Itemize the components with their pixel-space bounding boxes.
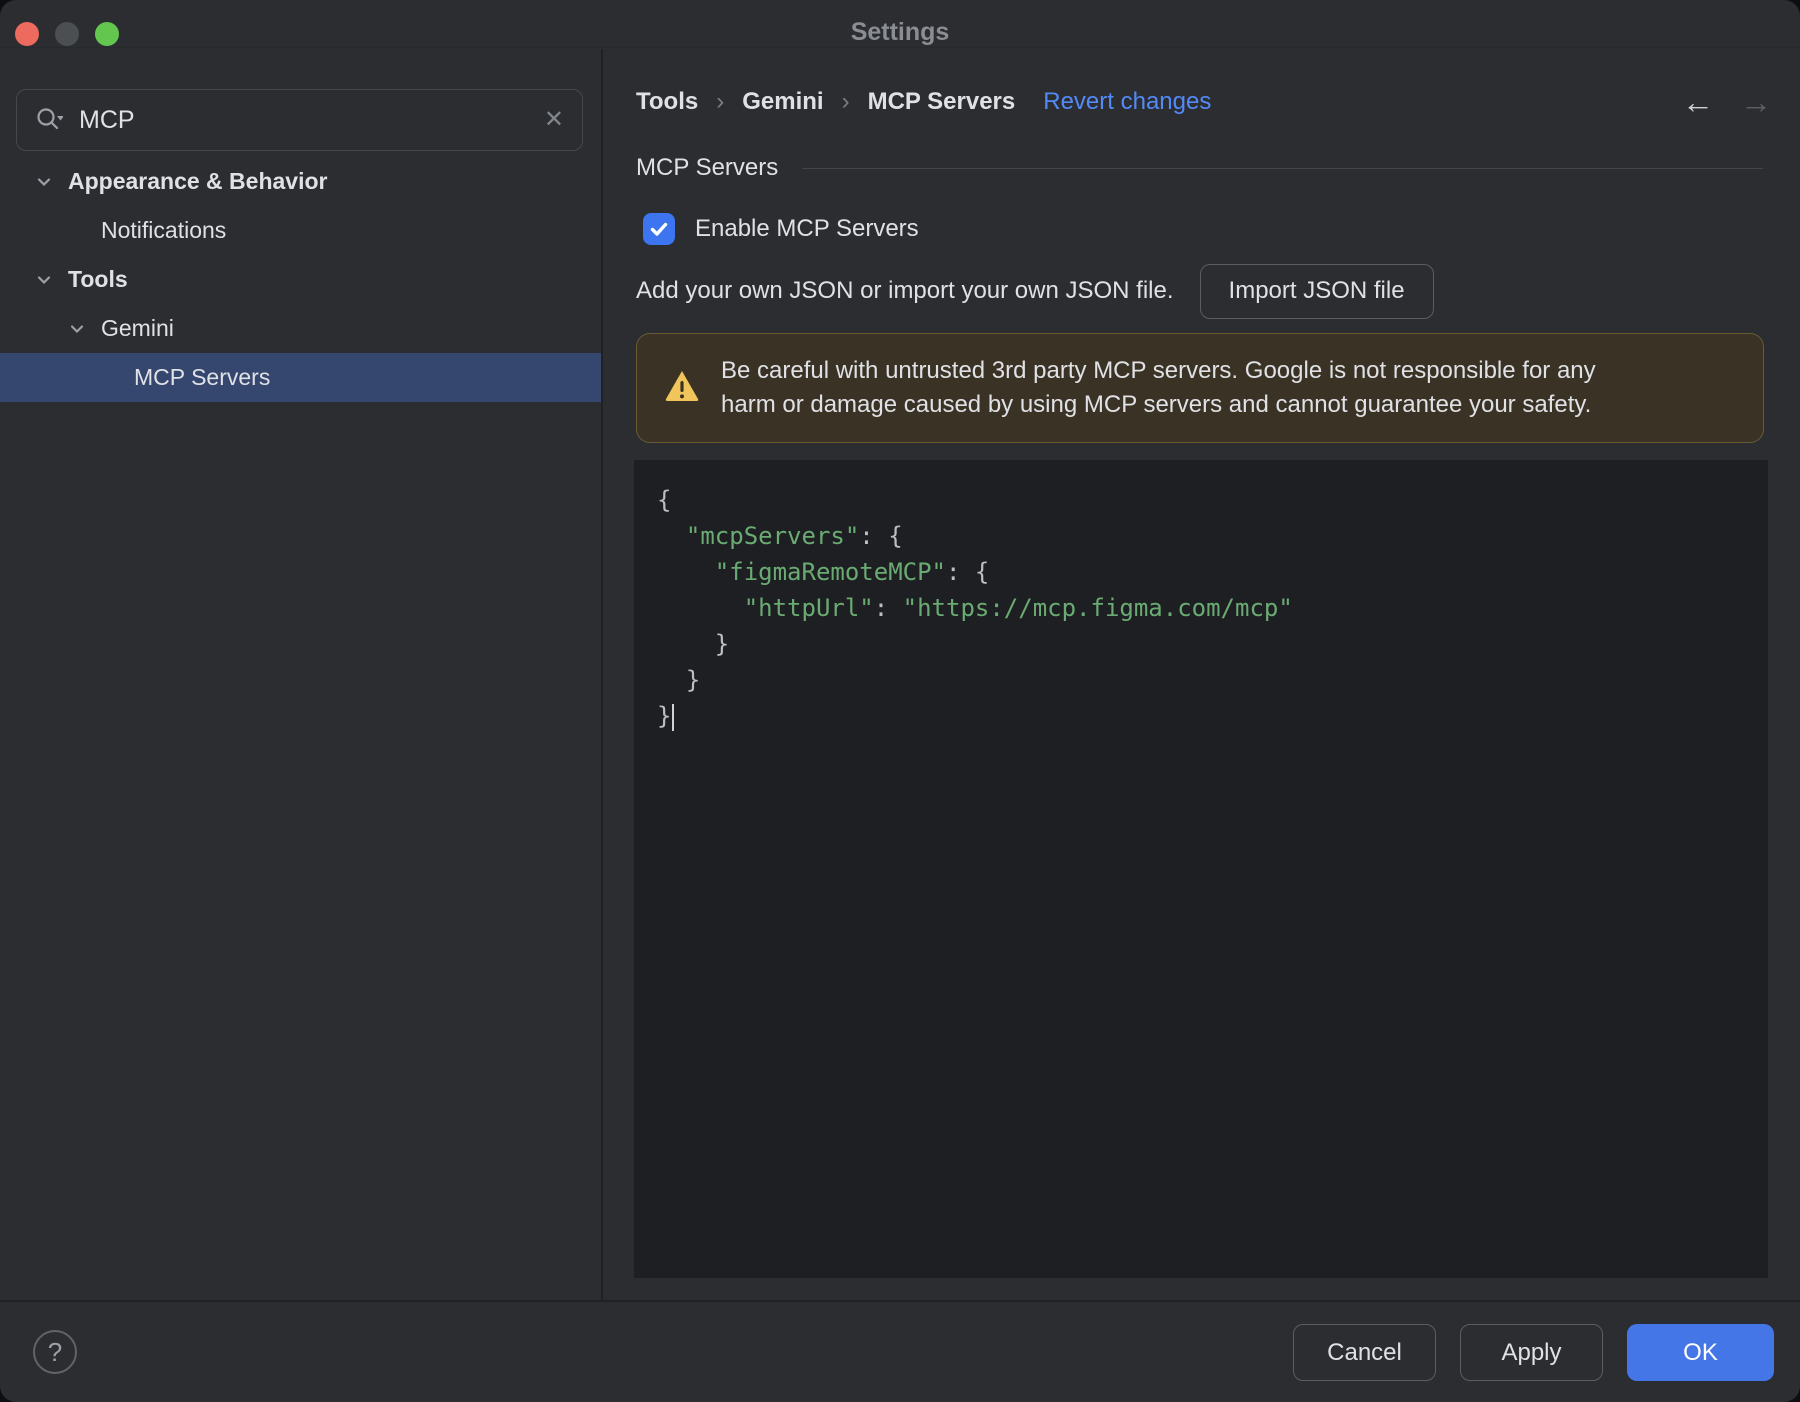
breadcrumb-gemini[interactable]: Gemini bbox=[742, 88, 823, 116]
breadcrumb-tools[interactable]: Tools bbox=[636, 88, 698, 116]
sidebar-item-label: Notifications bbox=[101, 217, 227, 243]
section-divider bbox=[802, 167, 1763, 169]
import-json-button[interactable]: Import JSON file bbox=[1199, 263, 1434, 319]
back-arrow-icon[interactable]: ← bbox=[1682, 84, 1714, 121]
cancel-button[interactable]: Cancel bbox=[1293, 1324, 1436, 1381]
sidebar-item-gemini[interactable]: Gemini bbox=[0, 304, 601, 353]
sidebar-item-tools[interactable]: Tools bbox=[0, 255, 601, 304]
sidebar-item-label: Appearance & Behavior bbox=[68, 168, 328, 194]
forward-arrow-icon[interactable]: → bbox=[1740, 84, 1772, 121]
question-mark-icon: ? bbox=[47, 1336, 63, 1367]
breadcrumb: Tools › Gemini › MCP Servers Revert chan… bbox=[636, 78, 1211, 126]
sidebar-item-mcp-servers[interactable]: MCP Servers bbox=[0, 353, 601, 402]
chevron-down-icon[interactable] bbox=[34, 172, 54, 192]
settings-tree: Appearance & Behavior Notifications Tool… bbox=[0, 157, 601, 402]
apply-button[interactable]: Apply bbox=[1460, 1324, 1603, 1381]
settings-search-field[interactable]: ✕ bbox=[16, 89, 583, 151]
breadcrumb-mcp-servers: MCP Servers bbox=[867, 88, 1016, 115]
chevron-down-icon[interactable] bbox=[67, 319, 87, 339]
main-panel: Tools › Gemini › MCP Servers Revert chan… bbox=[601, 49, 1800, 1300]
history-navigation: ← → bbox=[1682, 78, 1772, 126]
title-bar: Settings bbox=[0, 0, 1800, 48]
breadcrumb-separator: › bbox=[716, 88, 725, 115]
warning-text: Be careful with untrusted 3rd party MCP … bbox=[721, 357, 1596, 418]
ok-button[interactable]: OK bbox=[1627, 1324, 1774, 1381]
code-content: { "mcpServers": { "figmaRemoteMCP": { "h… bbox=[657, 486, 1293, 731]
settings-sidebar: ✕ Appearance & Behavior Notifications To… bbox=[0, 49, 601, 1300]
sidebar-item-label: Gemini bbox=[101, 315, 174, 341]
search-icon[interactable] bbox=[35, 106, 63, 134]
settings-dialog: Settings ✕ Appearance & Behavior bbox=[0, 0, 1800, 1402]
warning-banner: Be careful with untrusted 3rd party MCP … bbox=[636, 333, 1764, 443]
clear-search-icon[interactable]: ✕ bbox=[544, 108, 564, 132]
sidebar-item-notifications[interactable]: Notifications bbox=[0, 206, 601, 255]
enable-mcp-checkbox[interactable] bbox=[643, 213, 675, 245]
mcp-json-editor[interactable]: { "mcpServers": { "figmaRemoteMCP": { "h… bbox=[634, 460, 1768, 1278]
enable-mcp-row: Enable MCP Servers bbox=[643, 205, 919, 253]
section-header: MCP Servers bbox=[636, 144, 1763, 192]
section-title: MCP Servers bbox=[636, 154, 779, 181]
chevron-down-icon[interactable] bbox=[34, 270, 54, 290]
sidebar-item-label: MCP Servers bbox=[134, 364, 271, 390]
import-instruction-text: Add your own JSON or import your own JSO… bbox=[636, 277, 1174, 304]
help-button[interactable]: ? bbox=[33, 1330, 77, 1374]
sidebar-item-appearance-behavior[interactable]: Appearance & Behavior bbox=[0, 157, 601, 206]
revert-changes-link[interactable]: Revert changes bbox=[1043, 88, 1211, 116]
dialog-footer: ? Cancel Apply OK bbox=[0, 1300, 1800, 1402]
search-input[interactable] bbox=[77, 104, 530, 136]
warning-triangle-icon bbox=[663, 367, 701, 410]
import-row: Add your own JSON or import your own JSO… bbox=[636, 263, 1434, 319]
sidebar-item-label: Tools bbox=[68, 266, 128, 292]
enable-mcp-label[interactable]: Enable MCP Servers bbox=[695, 215, 919, 243]
window-title: Settings bbox=[850, 18, 950, 46]
breadcrumb-separator: › bbox=[841, 88, 850, 115]
